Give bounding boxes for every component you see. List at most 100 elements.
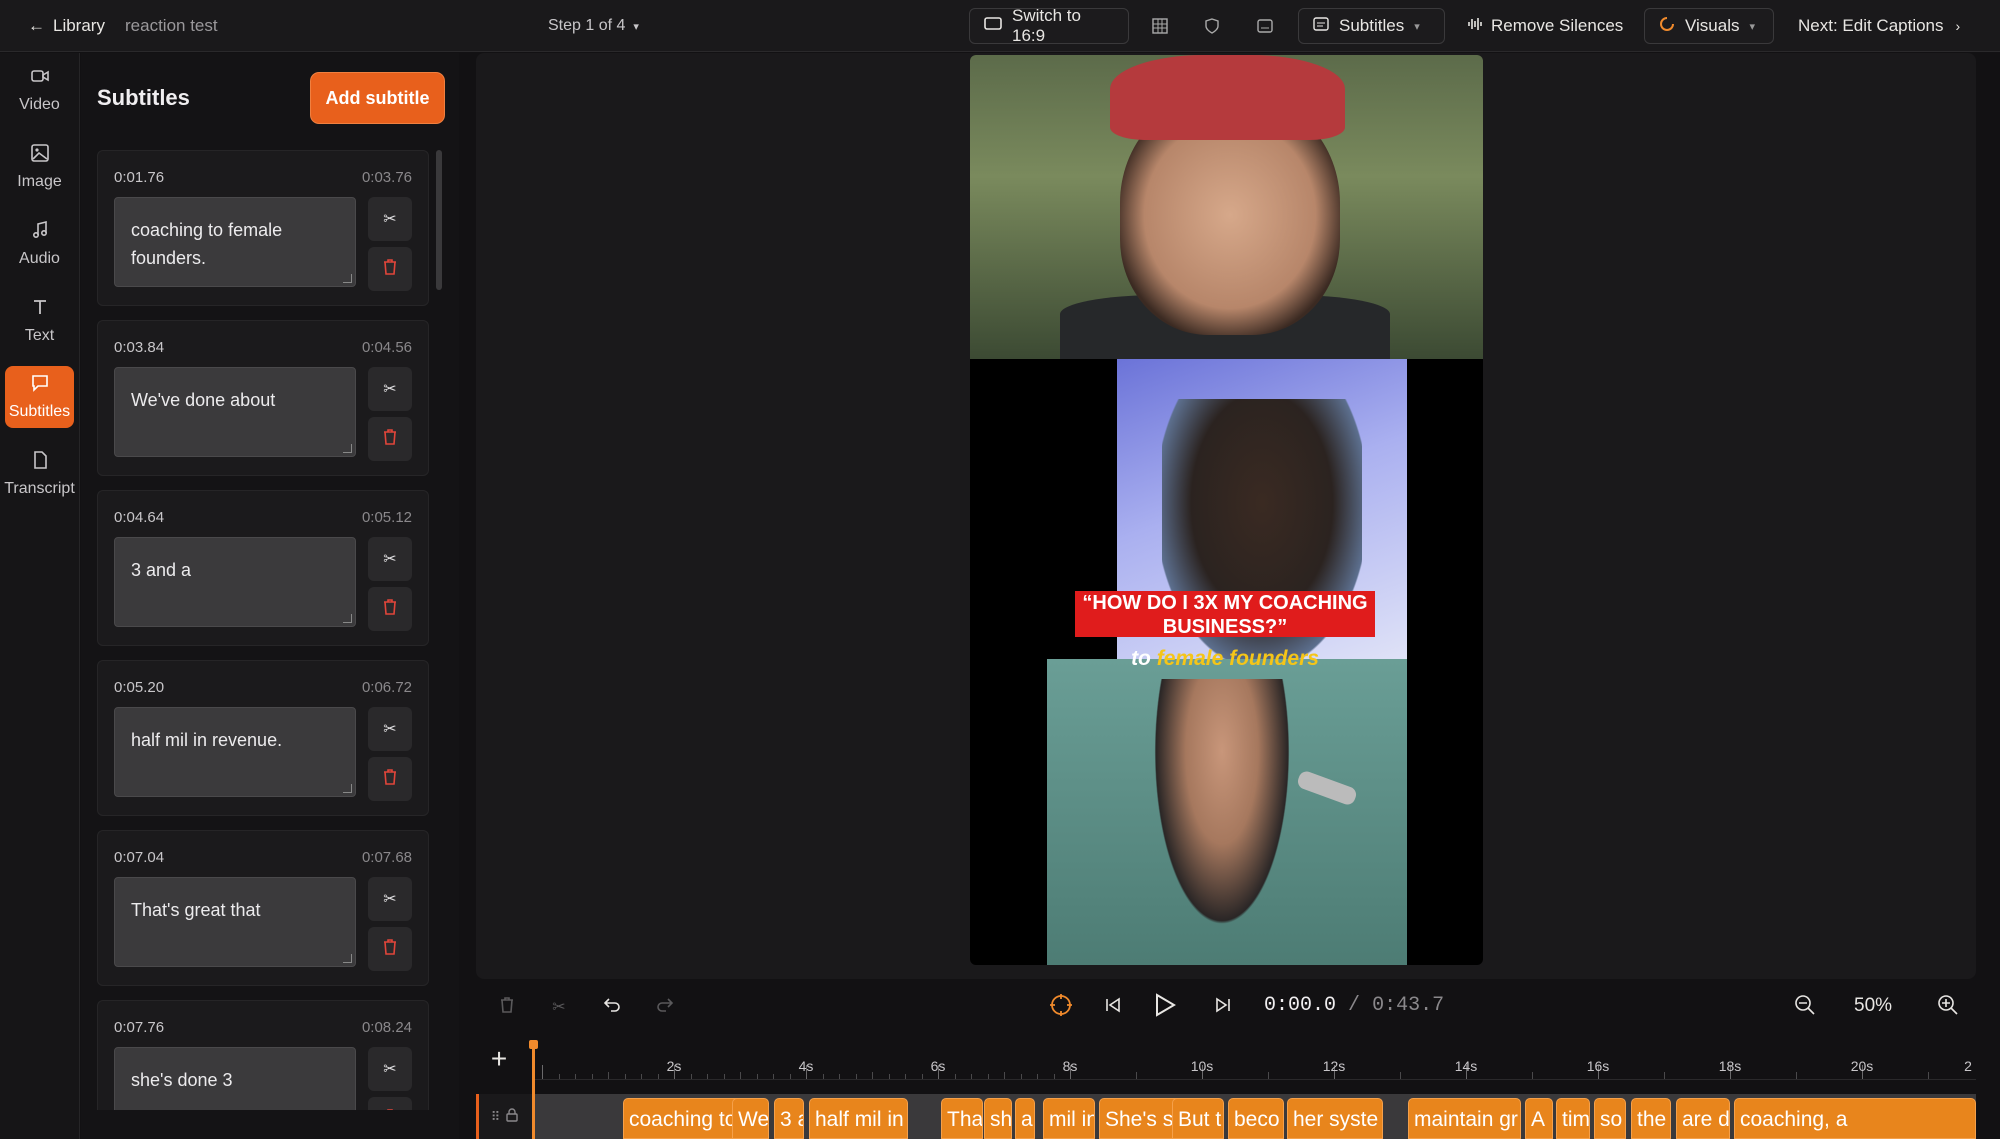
remove-silences-button[interactable]: Remove Silences (1467, 0, 1623, 52)
start-time[interactable]: 0:01.76 (114, 169, 164, 186)
start-time[interactable]: 0:04.64 (114, 509, 164, 526)
rail-item-text[interactable]: Text (5, 290, 74, 352)
subtitle-clip[interactable]: mil in (1043, 1098, 1095, 1139)
playhead[interactable] (529, 1040, 538, 1139)
time-display: 0:00.0 / 0:43.7 (1264, 994, 1444, 1017)
image-icon (30, 143, 50, 168)
skip-forward-button[interactable] (1208, 992, 1238, 1022)
ruler-label: 16s (1586, 1058, 1610, 1074)
ruler-subtick (954, 1074, 956, 1079)
subtitle-clip[interactable]: coaching, a (1734, 1098, 1976, 1139)
end-time[interactable]: 0:08.24 (362, 1019, 412, 1036)
video-preview[interactable]: “HOW DO I 3X MY COACHING BUSINESS?” to f… (970, 55, 1483, 965)
subtitle-text-field[interactable]: That's great that (114, 877, 356, 967)
split-button[interactable]: ✂ (368, 877, 412, 921)
scissors-icon: ✂ (383, 1061, 397, 1078)
split-clip-button[interactable]: ✂ (544, 992, 574, 1022)
subtitle-clip[interactable]: a (1015, 1098, 1035, 1139)
subtitle-clip[interactable]: maintain gr (1408, 1098, 1521, 1139)
subtitle-clip[interactable]: so (1594, 1098, 1626, 1139)
redo-button[interactable] (650, 992, 680, 1022)
subtitle-clip[interactable]: Tha (941, 1098, 983, 1139)
start-time[interactable]: 0:07.04 (114, 849, 164, 866)
play-button[interactable] (1150, 992, 1180, 1022)
grid-icon[interactable] (1148, 14, 1172, 38)
shield-icon[interactable] (1200, 14, 1224, 38)
end-time[interactable]: 0:06.72 (362, 679, 412, 696)
current-time: 0:00.0 (1264, 994, 1337, 1017)
subtitle-card: 0:07.04 0:07.68 That's great that ✂ (97, 830, 429, 986)
split-button[interactable]: ✂ (368, 707, 412, 751)
track-handle[interactable]: ⠿ (476, 1094, 530, 1139)
project-name: reaction test (125, 16, 218, 35)
delete-clip-button[interactable] (492, 992, 522, 1022)
delete-button[interactable] (368, 247, 412, 291)
undo-button[interactable] (597, 992, 627, 1022)
subtitles-dropdown-label: Subtitles (1339, 16, 1405, 35)
end-time[interactable]: 0:04.56 (362, 339, 412, 356)
panel-scrollbar[interactable] (436, 150, 442, 290)
subtitle-text-field[interactable]: 3 and a (114, 537, 356, 627)
back-to-library-link[interactable]: ← Library (28, 0, 105, 52)
subtitle-clip[interactable]: half mil in (809, 1098, 908, 1139)
captions-box-icon[interactable] (1253, 14, 1277, 38)
rail-item-subtitles[interactable]: Subtitles (5, 366, 74, 428)
next-edit-captions-button[interactable]: Next: Edit Captions › (1798, 0, 1960, 52)
delete-button[interactable] (368, 757, 412, 801)
zoom-out-button[interactable] (1790, 992, 1820, 1022)
subtitles-dropdown[interactable]: Subtitles ▾ (1298, 8, 1445, 44)
rail-item-video[interactable]: Video (5, 59, 74, 121)
delete-button[interactable] (368, 927, 412, 971)
delete-button[interactable] (368, 417, 412, 461)
ruler-tick (608, 1072, 609, 1079)
split-button[interactable]: ✂ (368, 537, 412, 581)
subtitle-card: 0:03.84 0:04.56 We've done about ✂ (97, 320, 429, 476)
end-time[interactable]: 0:07.68 (362, 849, 412, 866)
chevron-down-icon: ▾ (633, 20, 639, 33)
split-button[interactable]: ✂ (368, 197, 412, 241)
subtitle-text-field[interactable]: half mil in revenue. (114, 707, 356, 797)
trash-icon (382, 428, 398, 451)
snap-target-button[interactable] (1046, 992, 1076, 1022)
rail-item-audio[interactable]: Audio (5, 213, 74, 275)
subtitle-clip[interactable]: sh (984, 1098, 1012, 1139)
ruler-subtick (575, 1074, 576, 1079)
subtitle-clip[interactable]: the (1631, 1098, 1671, 1139)
ruler-label: 20s (1850, 1058, 1874, 1074)
end-time[interactable]: 0:05.12 (362, 509, 412, 526)
zoom-in-button[interactable] (1933, 992, 1963, 1022)
subtitle-clip[interactable]: tim (1556, 1098, 1590, 1139)
subtitle-clip[interactable]: beco (1228, 1098, 1284, 1139)
panel-title: Subtitles (97, 85, 190, 110)
subtitle-clip[interactable]: But t (1172, 1098, 1224, 1139)
ruler-label: 8s (1062, 1058, 1078, 1074)
subtitle-clip[interactable]: A (1525, 1098, 1553, 1139)
start-time[interactable]: 0:05.20 (114, 679, 164, 696)
subtitle-clip[interactable]: are do (1676, 1098, 1730, 1139)
time-ruler[interactable]: 2s 4s 6s 8s 10s 12s 14s 16s 18s 20s 2 (532, 1040, 1976, 1080)
start-time[interactable]: 0:03.84 (114, 339, 164, 356)
duration: 0:43.7 (1372, 994, 1445, 1017)
end-time[interactable]: 0:03.76 (362, 169, 412, 186)
rail-item-image[interactable]: Image (5, 136, 74, 198)
subtitle-text-field[interactable]: she's done 3 (114, 1047, 356, 1110)
add-subtitle-button[interactable]: Add subtitle (311, 73, 444, 123)
subtitle-clip[interactable]: 3 a (774, 1098, 804, 1139)
split-button[interactable]: ✂ (368, 1047, 412, 1091)
rail-item-transcript[interactable]: Transcript (4, 443, 75, 505)
start-time[interactable]: 0:07.76 (114, 1019, 164, 1036)
split-button[interactable]: ✂ (368, 367, 412, 411)
reactor-video-frame (970, 55, 1483, 359)
visuals-dropdown[interactable]: Visuals ▾ (1644, 8, 1774, 44)
switch-aspect-button[interactable]: Switch to 16:9 (969, 6, 1129, 45)
delete-button[interactable] (368, 587, 412, 631)
subtitle-clip[interactable]: We' (732, 1098, 769, 1139)
step-dropdown[interactable]: Step 1 of 4 ▾ (548, 0, 639, 52)
add-track-button[interactable]: + (486, 1045, 512, 1073)
skip-back-button[interactable] (1098, 992, 1128, 1022)
subtitle-text-field[interactable]: coaching to female founders. (114, 197, 356, 287)
subtitle-clip[interactable]: her syste (1287, 1098, 1383, 1139)
subtitle-text-field[interactable]: We've done about (114, 367, 356, 457)
delete-button[interactable] (368, 1097, 412, 1110)
ruler-subtick (1053, 1074, 1055, 1079)
